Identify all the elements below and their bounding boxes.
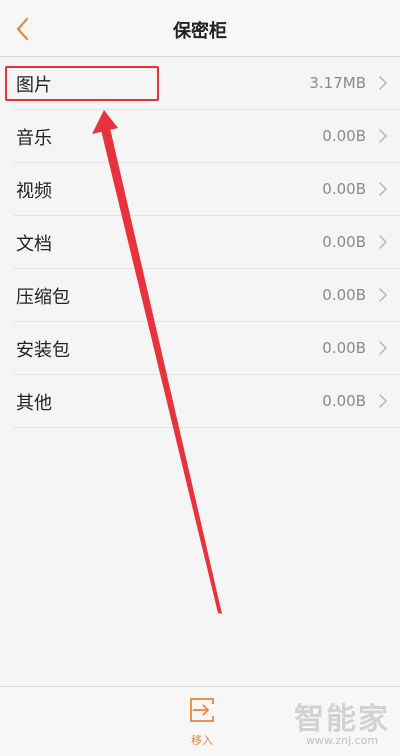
list-item-size: 0.00B <box>322 392 366 410</box>
page-title: 保密柜 <box>173 21 227 42</box>
chevron-right-icon <box>379 182 387 196</box>
list-item-size: 0.00B <box>322 233 366 251</box>
chevron-right-icon <box>379 394 387 408</box>
list-item-archives[interactable]: 压缩包 0.00B <box>14 269 400 322</box>
chevron-right-icon <box>379 341 387 355</box>
list-item-installers[interactable]: 安装包 0.00B <box>14 322 400 375</box>
list-item-size: 0.00B <box>322 339 366 357</box>
list-item-label: 图片 <box>16 75 52 96</box>
list-item-size: 0.00B <box>322 180 366 198</box>
list-item-other[interactable]: 其他 0.00B <box>14 375 400 428</box>
chevron-right-icon <box>379 235 387 249</box>
chevron-right-icon <box>379 288 387 302</box>
list-item-video[interactable]: 视频 0.00B <box>14 163 400 216</box>
move-in-icon <box>190 698 215 722</box>
move-in-label: 移入 <box>191 734 213 747</box>
chevron-right-icon <box>379 76 387 90</box>
list-item-size: 0.00B <box>322 286 366 304</box>
list-item-label: 视频 <box>16 181 52 202</box>
list-item-size: 0.00B <box>322 127 366 145</box>
category-list: 图片 3.17MB 音乐 0.00B 视频 0.00B 文档 0.00B 压缩包… <box>0 57 400 428</box>
list-item-size: 3.17MB <box>309 74 366 92</box>
list-item-label: 安装包 <box>16 340 70 361</box>
bottom-toolbar: 移入 <box>0 686 400 756</box>
list-item-label: 音乐 <box>16 128 52 149</box>
list-item-label: 其他 <box>16 393 52 414</box>
list-item-label: 压缩包 <box>16 287 70 308</box>
chevron-right-icon <box>379 129 387 143</box>
list-item-documents[interactable]: 文档 0.00B <box>14 216 400 269</box>
header-bar: 保密柜 <box>0 0 400 57</box>
list-item-label: 文档 <box>16 234 52 255</box>
move-in-button[interactable]: 移入 <box>180 695 224 751</box>
list-item-music[interactable]: 音乐 0.00B <box>14 110 400 163</box>
list-item-pictures[interactable]: 图片 3.17MB <box>14 57 400 110</box>
